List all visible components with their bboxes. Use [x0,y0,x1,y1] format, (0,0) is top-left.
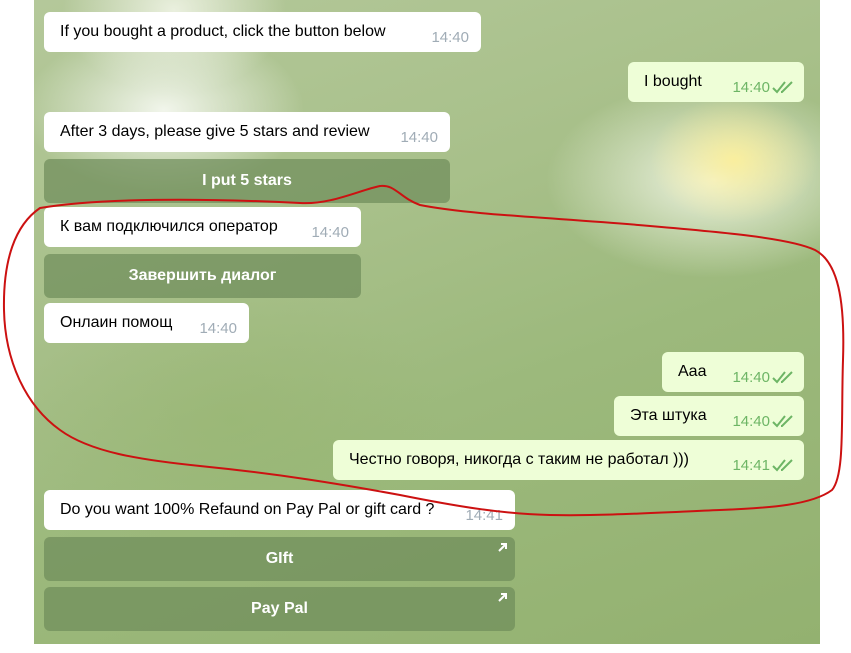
message-time: 14:40 [732,369,770,386]
message-time: 14:40 [431,29,469,46]
message-text: К вам подключился оператор [60,218,278,235]
message-incoming: К вам подключился оператор 14:40 [44,207,361,247]
message-outgoing: Aaa 14:40 [662,352,804,392]
message-incoming: Онлаин помощ 14:40 [44,303,249,343]
double-check-icon [772,415,793,428]
arrow-up-right-icon [498,543,507,552]
button-label: Pay Pal [251,600,308,617]
message-text: Честно говоря, никогда с таким не работа… [349,451,689,468]
message-time: 14:40 [732,413,770,430]
end-dialog-button[interactable]: Завершить диалог [44,254,361,298]
arrow-up-right-icon [498,593,507,602]
message-incoming: Do you want 100% Refaund on Pay Pal or g… [44,490,515,530]
message-text: Онлаин помощ [60,314,173,331]
message-time: 14:40 [732,79,770,96]
double-check-icon [772,459,793,472]
message-time: 14:40 [311,224,349,241]
message-text: Do you want 100% Refaund on Pay Pal or g… [60,501,435,518]
put-5-stars-button[interactable]: I put 5 stars [44,159,450,203]
button-label: GIft [265,550,294,567]
button-label: Завершить диалог [128,267,277,284]
gift-button[interactable]: GIft [44,537,515,581]
message-time: 14:40 [199,320,237,337]
message-text: After 3 days, please give 5 stars and re… [60,123,370,140]
message-incoming: After 3 days, please give 5 stars and re… [44,112,450,152]
message-time: 14:40 [400,129,438,146]
message-time: 14:41 [465,507,503,524]
message-outgoing: Эта штука 14:40 [614,396,804,436]
message-incoming: If you bought a product, click the butto… [44,12,481,52]
message-text: Эта штука [630,407,707,424]
message-text: If you bought a product, click the butto… [60,23,386,40]
message-text: I bought [644,73,702,90]
double-check-icon [772,81,793,94]
message-time: 14:41 [732,457,770,474]
button-label: I put 5 stars [202,172,292,189]
message-outgoing: Честно говоря, никогда с таким не работа… [333,440,804,480]
double-check-icon [772,371,793,384]
chat-area: If you bought a product, click the butto… [34,0,820,644]
message-text: Aaa [678,363,707,380]
message-outgoing: I bought 14:40 [628,62,804,102]
paypal-button[interactable]: Pay Pal [44,587,515,631]
